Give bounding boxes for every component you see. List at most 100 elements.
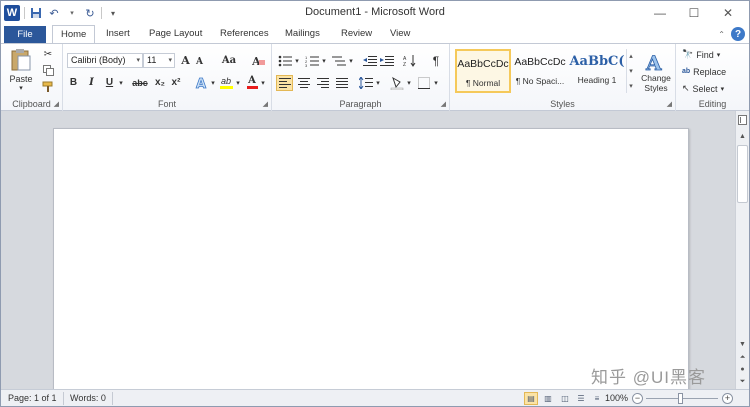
styles-more-icon[interactable]: ▾	[629, 82, 633, 90]
full-screen-reading-icon[interactable]: ▥	[541, 392, 555, 405]
web-layout-view-icon[interactable]: ◫	[558, 392, 572, 405]
align-left-icon[interactable]	[276, 75, 293, 91]
decrease-indent-icon[interactable]	[362, 53, 377, 68]
close-button[interactable]: ✕	[711, 3, 745, 23]
align-right-icon[interactable]	[314, 75, 331, 91]
show-formatting-button[interactable]: ¶	[429, 53, 443, 68]
multilevel-list-icon[interactable]	[331, 53, 347, 68]
styles-label: Styles	[550, 99, 575, 109]
increase-indent-icon[interactable]	[379, 53, 394, 68]
highlight-dropdown-icon[interactable]: ▾	[234, 75, 242, 90]
change-styles-label-2: Styles	[644, 83, 668, 93]
line-spacing-dropdown-icon[interactable]: ▾	[374, 75, 382, 91]
copy-icon[interactable]	[41, 63, 55, 77]
watermark: 知乎 @UI黑客	[591, 368, 706, 387]
word-count[interactable]: Words: 0	[70, 393, 106, 403]
font-group: Calibri (Body) ▾ 11 ▾ A A Aa A B I U ▾ a…	[63, 44, 272, 111]
borders-icon[interactable]	[416, 75, 432, 91]
numbering-dropdown-icon[interactable]: ▾	[320, 53, 328, 68]
minimize-button[interactable]: —	[643, 3, 677, 23]
cut-icon[interactable]: ✂	[41, 47, 55, 61]
styles-gallery-scroll[interactable]: ▴ ▾ ▾	[626, 49, 635, 93]
grow-font-button[interactable]: A	[179, 53, 192, 68]
minimize-ribbon-icon[interactable]: ⌃	[718, 30, 725, 39]
print-layout-view-icon[interactable]: ▤	[524, 392, 538, 405]
shading-dropdown-icon[interactable]: ▾	[405, 75, 413, 91]
sort-icon[interactable]: AZ	[402, 53, 417, 68]
highlight-button[interactable]: ab	[218, 75, 234, 90]
select-browse-object-icon[interactable]: ●	[736, 364, 749, 375]
title-bar: W ↶ ▾ ↻ ▾ Document1 - Microsoft Word — ☐…	[1, 1, 749, 25]
superscript-button[interactable]: x²	[169, 75, 183, 90]
font-size-combo[interactable]: 11 ▾	[143, 53, 175, 68]
text-effects-dropdown-icon[interactable]: ▾	[209, 75, 217, 90]
tab-references[interactable]: References	[212, 25, 277, 43]
find-button[interactable]: 🔭 Find ▾	[682, 47, 720, 62]
vertical-scrollbar[interactable]: ▲ ▼ ⏶ ● ⏷	[735, 111, 749, 389]
restore-button[interactable]: ☐	[677, 3, 711, 23]
text-effects-icon[interactable]: A	[194, 75, 209, 90]
subscript-button[interactable]: x₂	[153, 75, 167, 90]
help-area: ⌃ ?	[718, 27, 745, 41]
italic-button[interactable]: I	[85, 75, 98, 90]
font-color-button[interactable]: A	[245, 75, 259, 90]
style-no-spacing[interactable]: AaBbCcDc ¶ No Spaci...	[512, 49, 568, 93]
style-normal[interactable]: AaBbCcDc ¶ Normal	[455, 49, 511, 93]
underline-button[interactable]: U	[103, 75, 116, 90]
outline-view-icon[interactable]: ☰	[574, 392, 588, 405]
bullets-icon[interactable]	[277, 53, 293, 68]
font-color-dropdown-icon[interactable]: ▾	[259, 75, 267, 90]
zoom-level[interactable]: 100%	[605, 393, 628, 403]
scroll-down-icon[interactable]: ▼	[736, 339, 749, 350]
font-launcher-icon[interactable]: ◢	[263, 100, 268, 108]
bullets-dropdown-icon[interactable]: ▾	[293, 53, 301, 68]
tab-view[interactable]: View	[382, 25, 418, 43]
help-icon[interactable]: ?	[731, 27, 745, 41]
multilevel-dropdown-icon[interactable]: ▾	[347, 53, 355, 68]
line-spacing-icon[interactable]	[358, 75, 374, 91]
align-center-icon[interactable]	[295, 75, 312, 91]
paste-button[interactable]: Paste ▾	[6, 47, 36, 93]
tab-file[interactable]: File	[4, 26, 46, 43]
style-normal-preview: AaBbCcDc	[457, 58, 509, 70]
font-name-combo[interactable]: Calibri (Body) ▾	[67, 53, 143, 68]
numbering-icon[interactable]: 123	[304, 53, 320, 68]
tab-review[interactable]: Review	[333, 25, 380, 43]
replace-button[interactable]: ab Replace	[682, 64, 726, 79]
shrink-font-button[interactable]: A	[194, 55, 205, 68]
clipboard-launcher-icon[interactable]: ◢	[54, 100, 59, 108]
scroll-thumb[interactable]	[737, 145, 748, 203]
tab-home[interactable]: Home	[52, 25, 96, 44]
zoom-out-icon[interactable]: −	[632, 393, 643, 404]
next-page-icon[interactable]: ⏷	[736, 376, 749, 387]
styles-up-icon[interactable]: ▴	[629, 52, 633, 60]
format-painter-icon[interactable]	[41, 80, 55, 94]
zoom-in-icon[interactable]: +	[722, 393, 733, 404]
draft-view-icon[interactable]: ≡	[590, 392, 604, 405]
scroll-up-icon[interactable]: ▲	[736, 131, 749, 142]
style-no-spacing-name: ¶ No Spaci...	[515, 76, 565, 86]
zoom-slider-thumb[interactable]	[678, 393, 683, 404]
svg-text:A: A	[196, 77, 206, 90]
select-button[interactable]: ↖ Select ▾	[682, 81, 724, 96]
styles-down-icon[interactable]: ▾	[629, 67, 633, 75]
tab-page-layout[interactable]: Page Layout	[141, 25, 210, 43]
justify-icon[interactable]	[333, 75, 350, 91]
change-styles-button[interactable]: A Change Styles	[638, 47, 674, 97]
tab-mailings[interactable]: Mailings	[277, 25, 328, 43]
page-count[interactable]: Page: 1 of 1	[8, 393, 57, 403]
borders-dropdown-icon[interactable]: ▾	[432, 75, 440, 91]
shading-icon[interactable]	[389, 75, 405, 91]
style-heading-1[interactable]: AaBbC( Heading 1	[569, 49, 625, 93]
paragraph-launcher-icon[interactable]: ◢	[441, 100, 446, 108]
ruler-toggle-icon[interactable]	[736, 113, 749, 127]
strikethrough-button[interactable]: abc	[130, 75, 150, 90]
styles-launcher-icon[interactable]: ◢	[667, 100, 672, 108]
tab-insert[interactable]: Insert	[98, 25, 138, 43]
previous-page-icon[interactable]: ⏶	[736, 352, 749, 363]
document-page[interactable]	[53, 128, 689, 398]
change-case-button[interactable]: Aa	[218, 53, 240, 68]
bold-button[interactable]: B	[67, 75, 80, 90]
underline-dropdown-icon[interactable]: ▾	[117, 75, 125, 90]
clear-formatting-icon[interactable]: A	[251, 53, 267, 68]
